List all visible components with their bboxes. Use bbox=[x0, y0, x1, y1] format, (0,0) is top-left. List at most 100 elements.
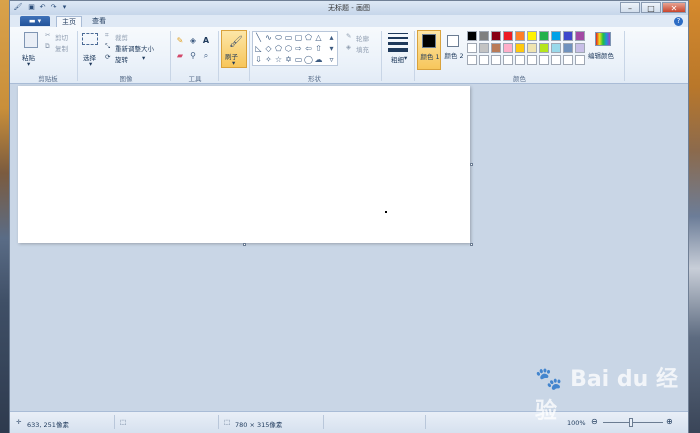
rotate-dropdown-icon[interactable]: ▾ bbox=[142, 54, 145, 62]
rectangle-shape-icon[interactable]: ▭ bbox=[284, 33, 293, 42]
maximize-button[interactable]: □ bbox=[641, 2, 661, 13]
palette-swatch[interactable] bbox=[515, 31, 525, 41]
resize-handle-right[interactable] bbox=[470, 163, 473, 166]
four-point-star-shape-icon[interactable]: ✧ bbox=[264, 55, 273, 64]
eraser-icon[interactable]: ▰ bbox=[175, 51, 185, 61]
palette-swatch[interactable] bbox=[551, 55, 561, 65]
rotate-button[interactable]: 旋转 bbox=[115, 54, 128, 64]
magnifier-icon[interactable]: ⌕ bbox=[201, 51, 211, 61]
palette-swatch[interactable] bbox=[491, 55, 501, 65]
palette-swatch[interactable] bbox=[515, 55, 525, 65]
copy-icon[interactable]: ⧉ bbox=[45, 42, 50, 51]
cut-icon[interactable]: ✂ bbox=[45, 31, 50, 39]
drawing-canvas[interactable] bbox=[18, 86, 470, 243]
file-menu-button[interactable]: ▬ ▾ bbox=[20, 16, 50, 26]
minimize-button[interactable]: – bbox=[620, 2, 640, 13]
resize-button[interactable]: 重新调整大小 bbox=[115, 43, 154, 53]
fill-bucket-icon[interactable]: ◈ bbox=[188, 36, 198, 46]
outline-button[interactable]: 轮廓 bbox=[356, 33, 369, 43]
palette-swatch[interactable] bbox=[491, 31, 501, 41]
palette-swatch[interactable] bbox=[491, 43, 501, 53]
palette-swatch[interactable] bbox=[563, 31, 573, 41]
up-arrow-shape-icon[interactable]: ⇧ bbox=[314, 44, 323, 53]
down-arrow-shape-icon[interactable]: ⇩ bbox=[254, 55, 263, 64]
oval-shape-icon[interactable]: ⬭ bbox=[274, 33, 283, 42]
tab-view[interactable]: 查看 bbox=[86, 16, 112, 27]
zoom-out-icon[interactable]: ⊖ bbox=[591, 417, 598, 426]
palette-swatch[interactable] bbox=[539, 55, 549, 65]
shapes-more-icon[interactable]: ▿ bbox=[327, 55, 336, 64]
right-triangle-shape-icon[interactable]: ◺ bbox=[254, 44, 263, 53]
resize-handle-corner[interactable] bbox=[470, 243, 473, 246]
palette-swatch[interactable] bbox=[563, 43, 573, 53]
polygon-shape-icon[interactable]: ⬠ bbox=[304, 33, 313, 42]
fill-button[interactable]: 填充 bbox=[356, 44, 369, 54]
oval-callout-shape-icon[interactable]: ◯ bbox=[304, 55, 313, 64]
resize-handle-bottom[interactable] bbox=[243, 243, 246, 246]
zoom-slider-thumb[interactable] bbox=[629, 418, 633, 427]
palette-swatch[interactable] bbox=[527, 55, 537, 65]
palette-swatch[interactable] bbox=[479, 55, 489, 65]
copy-button[interactable]: 复制 bbox=[55, 43, 68, 53]
shapes-scroll-up-icon[interactable]: ▴ bbox=[327, 33, 336, 42]
tab-home[interactable]: 主页 bbox=[56, 16, 82, 27]
palette-swatch[interactable] bbox=[467, 55, 477, 65]
select-icon[interactable] bbox=[82, 33, 98, 45]
hexagon-shape-icon[interactable]: ⬡ bbox=[284, 44, 293, 53]
six-point-star-shape-icon[interactable]: ✡ bbox=[284, 55, 293, 64]
cloud-callout-shape-icon[interactable]: ☁ bbox=[314, 55, 323, 64]
palette-swatch[interactable] bbox=[539, 31, 549, 41]
crop-button[interactable]: 裁剪 bbox=[115, 32, 128, 42]
palette-swatch[interactable] bbox=[503, 31, 513, 41]
rounded-callout-shape-icon[interactable]: ▭ bbox=[294, 55, 303, 64]
crop-icon[interactable]: ⌗ bbox=[105, 31, 109, 40]
palette-swatch[interactable] bbox=[515, 43, 525, 53]
left-arrow-shape-icon[interactable]: ⇦ bbox=[304, 44, 313, 53]
size-button[interactable]: 粗细 bbox=[391, 54, 404, 64]
palette-swatch[interactable] bbox=[467, 31, 477, 41]
close-button[interactable]: ✕ bbox=[662, 2, 686, 13]
palette-swatch[interactable] bbox=[563, 55, 573, 65]
palette-swatch[interactable] bbox=[503, 43, 513, 53]
triangle-shape-icon[interactable]: △ bbox=[314, 33, 323, 42]
palette-swatch[interactable] bbox=[503, 55, 513, 65]
help-icon[interactable]: ? bbox=[674, 17, 683, 26]
outline-icon[interactable]: ✎ bbox=[346, 32, 351, 40]
palette-swatch[interactable] bbox=[551, 43, 561, 53]
color-picker-icon[interactable]: ⚲ bbox=[188, 51, 198, 61]
edit-colors-button[interactable]: 编辑颜色 bbox=[588, 50, 614, 60]
rotate-icon[interactable]: ⟳ bbox=[105, 53, 110, 61]
five-point-star-shape-icon[interactable]: ☆ bbox=[274, 55, 283, 64]
fill-icon[interactable]: ◈ bbox=[346, 43, 351, 51]
color2-button[interactable]: 颜色 2 bbox=[443, 30, 465, 70]
palette-swatch[interactable] bbox=[575, 43, 585, 53]
zoom-in-icon[interactable]: ⊕ bbox=[666, 417, 673, 426]
text-tool-icon[interactable]: A bbox=[201, 36, 211, 46]
size-icon[interactable] bbox=[388, 33, 408, 52]
palette-swatch[interactable] bbox=[539, 43, 549, 53]
size-dropdown-icon[interactable]: ▾ bbox=[404, 54, 407, 62]
shapes-scroll-down-icon[interactable]: ▾ bbox=[327, 44, 336, 53]
zoom-slider-track[interactable] bbox=[603, 422, 663, 423]
pencil-icon[interactable]: ✎ bbox=[175, 36, 185, 46]
palette-swatch[interactable] bbox=[575, 55, 585, 65]
palette-swatch[interactable] bbox=[467, 43, 477, 53]
paste-icon[interactable] bbox=[24, 32, 38, 48]
edit-colors-icon[interactable] bbox=[595, 32, 611, 46]
diamond-shape-icon[interactable]: ◇ bbox=[264, 44, 273, 53]
pentagon-shape-icon[interactable]: ⬠ bbox=[274, 44, 283, 53]
palette-swatch[interactable] bbox=[551, 31, 561, 41]
palette-swatch[interactable] bbox=[527, 43, 537, 53]
palette-swatch[interactable] bbox=[479, 31, 489, 41]
cut-button[interactable]: 剪切 bbox=[55, 32, 68, 42]
rounded-rectangle-shape-icon[interactable]: ▢ bbox=[294, 33, 303, 42]
brushes-button[interactable]: 🖌 刷子 ▾ bbox=[221, 30, 247, 68]
select-dropdown-icon[interactable]: ▾ bbox=[89, 60, 92, 68]
color1-button[interactable]: 颜色 1 bbox=[417, 30, 441, 70]
curve-shape-icon[interactable]: ∿ bbox=[264, 33, 273, 42]
right-arrow-shape-icon[interactable]: ⇨ bbox=[294, 44, 303, 53]
resize-icon[interactable]: ⤡ bbox=[105, 42, 110, 51]
palette-swatch[interactable] bbox=[527, 31, 537, 41]
palette-swatch[interactable] bbox=[479, 43, 489, 53]
line-shape-icon[interactable]: ╲ bbox=[254, 33, 263, 42]
